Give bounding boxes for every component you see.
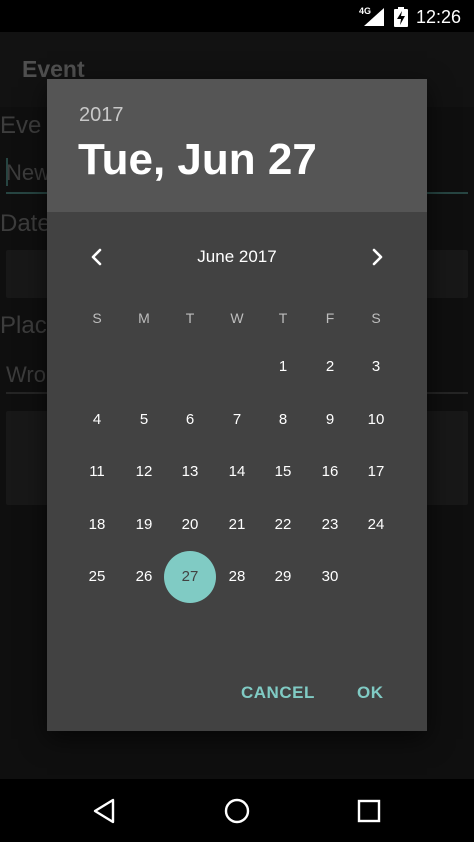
calendar-day[interactable]: 23 [304, 499, 356, 551]
back-icon[interactable] [89, 795, 121, 827]
calendar-day[interactable]: 6 [164, 394, 216, 446]
weekday-label: W [230, 310, 244, 326]
recents-icon[interactable] [353, 795, 385, 827]
weekday-label: T [278, 310, 288, 326]
calendar-day[interactable]: 19 [118, 499, 170, 551]
calendar-day[interactable]: 20 [164, 499, 216, 551]
date-picker-header: 2017 Tue, Jun 27 [47, 79, 427, 212]
calendar-day[interactable]: 25 [71, 551, 123, 603]
selected-day[interactable]: 27 [164, 551, 216, 603]
calendar-day[interactable]: 2 [304, 341, 356, 393]
calendar-day[interactable]: 8 [257, 394, 309, 446]
weekday-label: S [92, 310, 102, 326]
battery-icon [394, 7, 408, 27]
calendar-day[interactable]: 16 [304, 446, 356, 498]
header-date[interactable]: Tue, Jun 27 [78, 135, 317, 185]
weekday-label: T [185, 310, 195, 326]
calendar-day[interactable]: 4 [71, 394, 123, 446]
calendar-day[interactable]: 10 [350, 394, 402, 446]
calendar-day[interactable]: 21 [211, 499, 263, 551]
calendar-day[interactable]: 22 [257, 499, 309, 551]
calendar-day[interactable]: 5 [118, 394, 170, 446]
weekday-label: S [371, 310, 381, 326]
calendar-day[interactable]: 7 [211, 394, 263, 446]
clock: 12:26 [416, 7, 462, 27]
calendar-day[interactable]: 15 [257, 446, 309, 498]
calendar-day[interactable]: 28 [211, 551, 263, 603]
ok-button[interactable]: OK [357, 683, 384, 703]
signal-icon [364, 8, 384, 26]
calendar-day[interactable]: 30 [304, 551, 356, 603]
calendar-day[interactable]: 14 [211, 446, 263, 498]
calendar-day[interactable]: 12 [118, 446, 170, 498]
calendar-day[interactable]: 11 [71, 446, 123, 498]
calendar-day[interactable]: 18 [71, 499, 123, 551]
weekday-label: F [325, 310, 335, 326]
calendar-day[interactable]: 24 [350, 499, 402, 551]
calendar-day[interactable]: 9 [304, 394, 356, 446]
home-icon[interactable] [221, 795, 253, 827]
navigation-bar [0, 779, 474, 842]
date-picker-dialog: 2017 Tue, Jun 27 June 2017 SMTWTFS 12345… [47, 79, 427, 731]
calendar-day[interactable]: 3 [350, 341, 402, 393]
calendar-day[interactable]: 29 [257, 551, 309, 603]
calendar-day[interactable]: 1 [257, 341, 309, 393]
calendar-day[interactable]: 13 [164, 446, 216, 498]
calendar-day[interactable]: 17 [350, 446, 402, 498]
header-year[interactable]: 2017 [79, 104, 124, 127]
chevron-right-icon[interactable] [357, 237, 397, 277]
calendar-day[interactable]: 26 [118, 551, 170, 603]
cancel-button[interactable]: CANCEL [241, 683, 315, 703]
status-bar: 4G 12:26 [0, 0, 474, 32]
weekday-label: M [138, 310, 150, 326]
